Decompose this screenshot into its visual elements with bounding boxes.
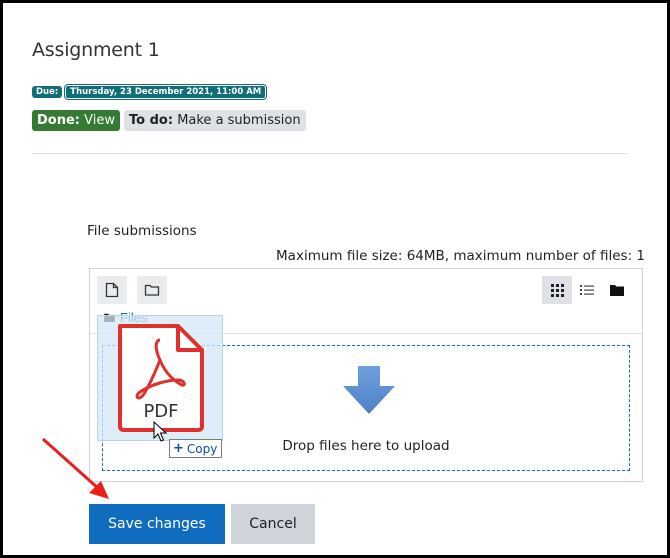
folder-filled-icon <box>610 285 624 296</box>
divider <box>32 153 628 154</box>
pdf-type-label: PDF <box>143 401 178 422</box>
save-changes-button[interactable]: Save changes <box>89 504 225 544</box>
due-date-badge: Thursday, 23 December 2021, 11:00 AM <box>64 84 268 100</box>
file-icon <box>105 282 119 298</box>
todo-badge: To do: Make a submission <box>124 110 306 131</box>
view-switcher <box>542 276 632 304</box>
done-value: View <box>84 113 115 128</box>
cancel-button[interactable]: Cancel <box>231 504 315 544</box>
view-icons-button[interactable] <box>542 276 572 304</box>
view-tree-button[interactable] <box>602 276 632 304</box>
copy-tooltip-text: Copy <box>186 441 218 456</box>
copy-tooltip: + Copy <box>169 439 223 458</box>
screenshot-frame: Assignment 1 Due: Thursday, 23 December … <box>0 0 670 558</box>
todo-label: To do: <box>129 113 174 128</box>
done-badge: Done: View <box>32 110 120 131</box>
due-label: Due: <box>32 86 63 98</box>
max-file-info: Maximum file size: 64MB, maximum number … <box>276 248 645 264</box>
due-date-line: Due: Thursday, 23 December 2021, 11:00 A… <box>32 84 268 100</box>
mouse-cursor-icon <box>153 421 168 442</box>
list-icon <box>580 285 594 295</box>
view-list-button[interactable] <box>572 276 602 304</box>
plus-icon: + <box>173 441 184 456</box>
download-arrow-icon <box>343 366 395 414</box>
folder-icon <box>144 284 160 296</box>
grid-icon <box>550 283 564 297</box>
done-label: Done: <box>37 113 80 128</box>
todo-value: Make a submission <box>177 113 301 128</box>
pdf-file-icon: PDF <box>118 324 204 432</box>
annotation-arrow-icon <box>42 437 109 499</box>
completion-status: Done: View To do: Make a submission <box>32 110 306 131</box>
page-title: Assignment 1 <box>32 39 160 61</box>
file-submissions-label: File submissions <box>87 223 197 239</box>
create-folder-button[interactable] <box>137 276 167 304</box>
add-file-button[interactable] <box>97 276 127 304</box>
